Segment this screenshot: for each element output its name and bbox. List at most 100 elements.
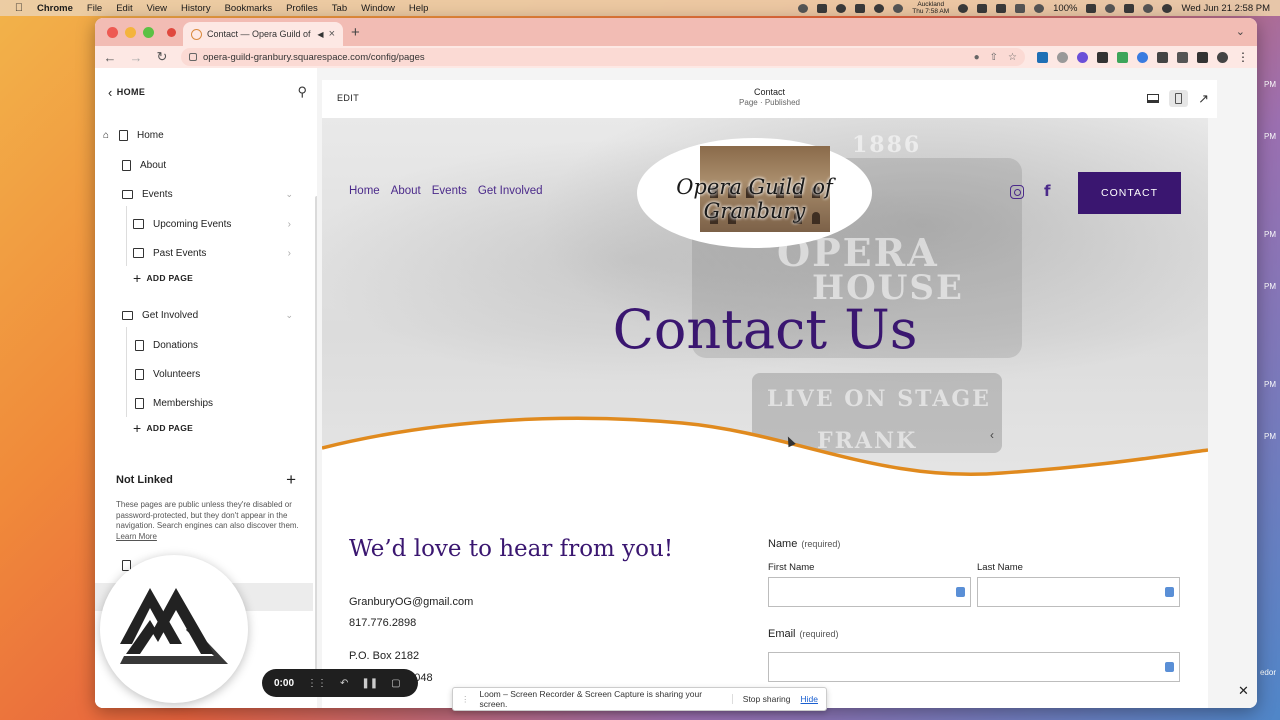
spotlight-search-icon[interactable] (1143, 3, 1154, 13)
drag-handle-icon[interactable]: ⋮⋮ (307, 678, 327, 689)
menu-history[interactable]: History (181, 3, 211, 14)
desktop-view-icon[interactable] (1147, 94, 1160, 103)
site-nav-events[interactable]: Events (432, 185, 467, 197)
menu-window[interactable]: Window (361, 3, 395, 14)
extensions-puzzle-icon[interactable] (1157, 51, 1168, 63)
settings-gear-icon[interactable] (836, 3, 847, 13)
address-bar-url[interactable]: opera-guild-granbury.squarespace.com/con… (203, 52, 968, 63)
battery-icon[interactable] (1086, 3, 1097, 13)
menu-help[interactable]: Help (409, 3, 429, 14)
extension-gear-icon[interactable] (1077, 51, 1088, 63)
back-to-home-button[interactable]: ‹ HOME (108, 85, 145, 100)
app-status-icon[interactable] (855, 3, 866, 13)
volume-icon[interactable] (1034, 3, 1045, 13)
search-icon[interactable]: ⚲ (297, 84, 307, 100)
chevron-right-icon[interactable]: › (288, 248, 291, 259)
window-icon[interactable] (977, 3, 988, 13)
share-icon[interactable]: ⇧ (990, 52, 998, 63)
sidebar-item-events[interactable]: Events ⌄ (122, 183, 305, 205)
drag-grip-icon[interactable]: ⋮ (461, 694, 470, 705)
menubar-clock[interactable]: Wed Jun 21 2:58 PM (1181, 3, 1270, 14)
last-name-input[interactable] (977, 577, 1180, 607)
add-page-events-button[interactable]: + ADD PAGE (133, 269, 193, 287)
tab-contact[interactable]: Contact — Opera Guild of Granbury ◀ × (183, 22, 343, 46)
tab-search-chevron-icon[interactable]: ⌄ (1236, 25, 1245, 38)
tab-close-icon[interactable]: × (329, 28, 335, 40)
bookmark-star-icon[interactable]: ☆ (1008, 52, 1017, 63)
chevron-right-icon[interactable]: › (288, 219, 291, 230)
extension-person-icon[interactable] (1137, 51, 1148, 63)
chrome-menu-icon[interactable]: ⋮ (1237, 50, 1249, 64)
profile-avatar-icon[interactable] (1217, 51, 1228, 63)
password-manager-icon[interactable] (956, 587, 965, 597)
site-info-icon[interactable] (189, 53, 197, 61)
first-name-input[interactable] (768, 577, 971, 607)
instagram-icon[interactable] (1010, 185, 1024, 199)
menu-bookmarks[interactable]: Bookmarks (225, 3, 273, 14)
mobile-view-button[interactable] (1169, 90, 1189, 107)
wifi-icon[interactable] (1105, 3, 1116, 13)
trash-icon[interactable]: ▢ (391, 678, 400, 689)
menu-file[interactable]: File (87, 3, 102, 14)
facebook-icon[interactable]: f (1044, 182, 1051, 200)
screen-mirror-icon[interactable] (817, 3, 828, 13)
site-nav-get-involved[interactable]: Get Involved (478, 185, 543, 197)
learn-more-link[interactable]: Learn More (116, 532, 157, 541)
collapse-panel-chevron-icon[interactable]: ‹ (990, 428, 994, 442)
sidebar-item-get-involved[interactable]: Get Involved ⌄ (122, 304, 305, 326)
apple-menu-icon[interactable]:  (8, 2, 30, 14)
menu-view[interactable]: View (147, 3, 167, 14)
email-input[interactable] (768, 652, 1180, 682)
chevron-down-icon[interactable]: ⌄ (285, 189, 293, 200)
extension-grid-icon[interactable] (1097, 51, 1108, 63)
address-bar[interactable]: opera-guild-granbury.squarespace.com/con… (181, 48, 1025, 66)
contact-email[interactable]: GranburyOG@gmail.com (349, 596, 473, 608)
add-page-get-involved-button[interactable]: + ADD PAGE (133, 419, 193, 437)
zoom-window-button[interactable] (143, 27, 154, 38)
control-center-icon[interactable] (1124, 3, 1135, 13)
menu-edit[interactable]: Edit (116, 3, 132, 14)
back-arrow-icon[interactable]: ← (103, 50, 117, 65)
reload-icon[interactable]: ↻ (155, 49, 169, 65)
close-window-button[interactable] (107, 27, 118, 38)
extension-green-icon[interactable] (1117, 51, 1128, 63)
sidebar-item-about[interactable]: About (122, 154, 317, 176)
menu-profiles[interactable]: Profiles (286, 3, 318, 14)
siri-icon[interactable] (1162, 3, 1173, 13)
close-icon[interactable]: ✕ (1238, 683, 1249, 699)
add-unlinked-page-button[interactable]: + (286, 470, 296, 490)
site-nav-about[interactable]: About (391, 185, 421, 197)
new-tab-button[interactable]: + (351, 24, 360, 41)
contact-phone[interactable]: 817.776.2898 (349, 617, 416, 629)
sidebar-item-home[interactable]: ⌂ Home (103, 124, 313, 146)
sidebar-scrollbar[interactable] (315, 196, 317, 696)
chevron-down-icon[interactable]: ⌄ (285, 310, 293, 321)
pause-icon[interactable]: ❚❚ (361, 678, 378, 689)
sync-status-icon[interactable] (874, 3, 885, 13)
extension-b-icon[interactable] (1037, 51, 1048, 63)
tab-audio-icon[interactable]: ◀ (317, 30, 323, 39)
hide-sharing-notice-link[interactable]: Hide (801, 694, 818, 704)
side-panel-icon[interactable] (1197, 51, 1208, 63)
world-clock[interactable]: Auckland Thu 7:58 AM (912, 1, 949, 15)
bluetooth-icon[interactable] (1015, 3, 1026, 13)
sidebar-item-upcoming-events[interactable]: Upcoming Events › (133, 213, 305, 235)
menu-app-name[interactable]: Chrome (37, 3, 73, 14)
sidebar-item-volunteers[interactable]: Volunteers (135, 363, 317, 385)
extension-camera-icon[interactable] (1057, 51, 1068, 63)
password-manager-icon[interactable] (1165, 587, 1174, 597)
sidebar-item-memberships[interactable]: Memberships (135, 392, 317, 414)
display-icon[interactable] (996, 3, 1007, 13)
media-play-icon[interactable] (958, 3, 969, 13)
restart-icon[interactable]: ↶ (340, 678, 348, 689)
site-nav-home[interactable]: Home (349, 185, 380, 197)
minimize-window-button[interactable] (125, 27, 136, 38)
menu-tab[interactable]: Tab (332, 3, 347, 14)
sidebar-item-donations[interactable]: Donations (135, 334, 317, 356)
microphone-icon[interactable] (798, 3, 809, 13)
password-manager-icon[interactable] (1165, 662, 1174, 672)
expand-preview-icon[interactable]: ↗ (1198, 91, 1209, 107)
stop-sharing-button[interactable]: Stop sharing (731, 694, 791, 704)
forward-arrow-icon[interactable]: → (129, 50, 143, 65)
reading-list-icon[interactable] (1177, 51, 1188, 63)
